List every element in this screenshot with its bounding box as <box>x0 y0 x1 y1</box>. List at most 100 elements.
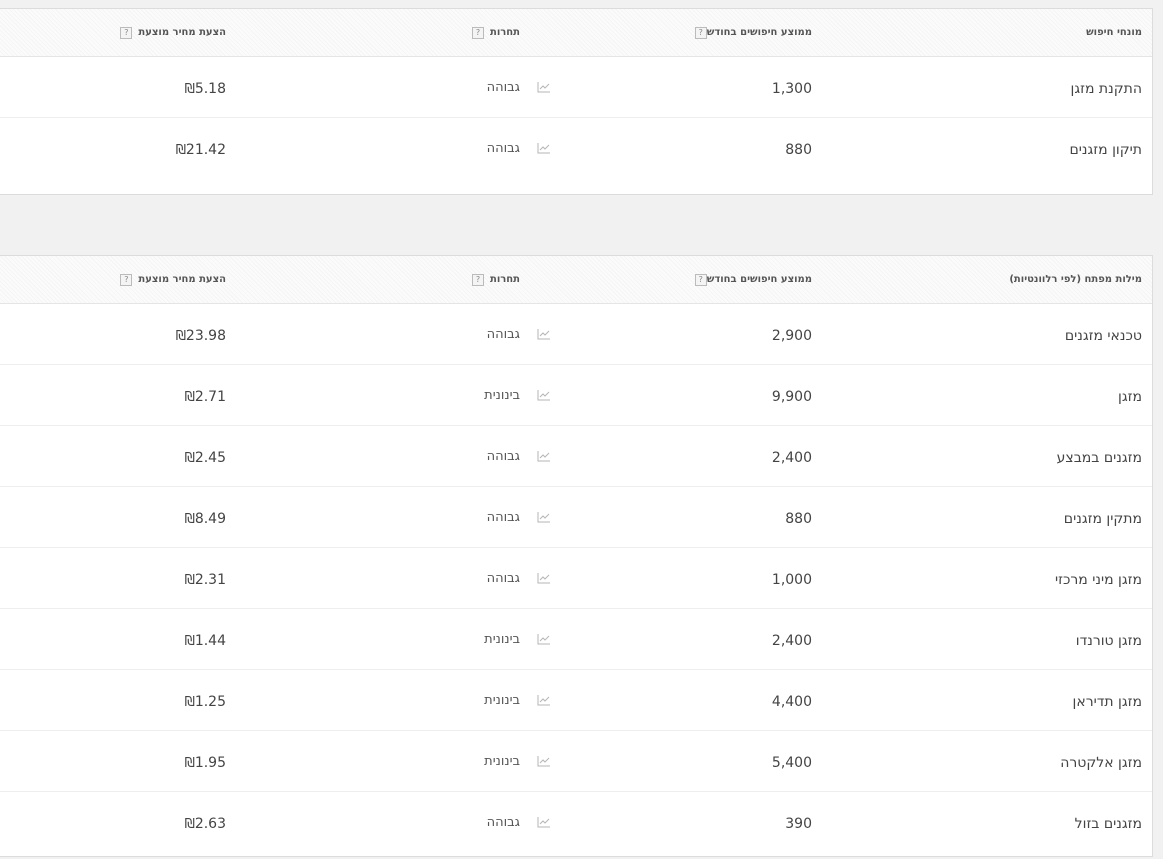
searches-cell: 9,900 <box>771 389 812 405</box>
table-body: טכנאי מזגנים 2,900 גבוהה 23.98 ₪ מזגן 9,9… <box>0 304 1152 852</box>
header-competition[interactable]: תחרות ? <box>472 256 520 303</box>
searches-cell: 390 <box>785 816 812 832</box>
competition-cell: גבוהה <box>487 487 520 547</box>
header-keyword[interactable]: מונחי חיפוש <box>1086 9 1142 56</box>
trend-chart-icon[interactable] <box>537 57 551 117</box>
currency-symbol: ₪ <box>184 694 195 710</box>
searches-cell: 2,400 <box>771 450 812 466</box>
header-competition-label: תחרות <box>490 27 520 38</box>
bid-cell: 2.45 ₪ <box>180 426 226 488</box>
trend-chart-icon[interactable] <box>537 304 551 364</box>
bid-value: 2.71 <box>194 389 226 405</box>
competition-label: גבוהה <box>486 814 520 830</box>
currency-symbol: ₪ <box>184 633 195 649</box>
header-competition-label: תחרות <box>490 274 520 285</box>
help-icon[interactable]: ? <box>472 273 484 286</box>
header-avg-searches[interactable]: ? ממוצע חיפושים בחודש <box>689 9 812 56</box>
bid-value: 23.98 <box>185 328 226 344</box>
searches-cell: 1,300 <box>771 81 812 97</box>
currency-symbol: ₪ <box>184 755 195 771</box>
currency-symbol: ₪ <box>184 81 195 97</box>
table-row[interactable]: מזגנים בזול 390 גבוהה 2.63 ₪ <box>0 792 1152 852</box>
keyword-cell[interactable]: מזגן <box>1118 365 1142 427</box>
competition-label: בינונית <box>484 631 520 647</box>
keyword-cell[interactable]: התקנת מזגן <box>1071 57 1142 119</box>
keyword-cell[interactable]: מזגן אלקטרה <box>1060 731 1142 793</box>
bid-cell: 23.98 ₪ <box>171 304 226 366</box>
competition-cell: גבוהה <box>487 304 520 364</box>
help-icon[interactable]: ? <box>694 273 707 286</box>
table-row[interactable]: מזגן מיני מרכזי 1,000 גבוהה 2.31 ₪ <box>0 548 1152 609</box>
trend-chart-icon[interactable] <box>537 609 551 669</box>
bid-value: 2.45 <box>194 450 226 466</box>
trend-chart-icon[interactable] <box>537 426 551 486</box>
keyword-cell[interactable]: מזגנים בזול <box>1075 792 1142 854</box>
header-competition[interactable]: תחרות ? <box>472 9 520 56</box>
trend-chart-icon[interactable] <box>537 365 551 425</box>
bid-value: 2.63 <box>194 816 226 832</box>
competition-label: בינונית <box>484 387 520 403</box>
competition-label: גבוהה <box>486 79 520 95</box>
help-icon[interactable]: ? <box>120 26 133 39</box>
competition-cell: גבוהה <box>487 792 520 852</box>
header-avg-searches[interactable]: ? ממוצע חיפושים בחודש <box>689 256 812 303</box>
help-icon[interactable]: ? <box>472 26 484 39</box>
keyword-cell[interactable]: מזגן מיני מרכזי <box>1055 548 1142 610</box>
help-icon[interactable]: ? <box>120 273 133 286</box>
bid-cell: 1.25 ₪ <box>180 670 226 732</box>
keyword-cell[interactable]: מזגנים במבצע <box>1057 426 1142 488</box>
trend-chart-icon[interactable] <box>537 548 551 608</box>
bid-value: 1.25 <box>194 694 226 710</box>
keyword-cell[interactable]: תיקון מזגנים <box>1070 118 1143 180</box>
currency-symbol: ₪ <box>184 389 195 405</box>
competition-label: בינונית <box>484 692 520 708</box>
competition-label: גבוהה <box>486 448 520 464</box>
table-row[interactable]: מזגן 9,900 בינונית 2.71 ₪ <box>0 365 1152 426</box>
bid-value: 2.31 <box>194 572 226 588</box>
header-keyword[interactable]: מילות מפתח (לפי רלוונטיות) <box>1009 256 1142 303</box>
competition-cell: גבוהה <box>487 426 520 486</box>
keyword-cell[interactable]: מתקין מזגנים <box>1064 487 1142 549</box>
trend-chart-icon[interactable] <box>537 731 551 791</box>
bid-cell: 1.95 ₪ <box>180 731 226 793</box>
table-body: התקנת מזגן 1,300 גבוהה 5.18 ₪ תיקון מזגני… <box>0 57 1152 178</box>
table-row[interactable]: מתקין מזגנים 880 גבוהה 8.49 ₪ <box>0 487 1152 548</box>
keyword-cell[interactable]: מזגן תדיראן <box>1073 670 1142 732</box>
trend-chart-icon[interactable] <box>537 670 551 730</box>
keyword-cell[interactable]: טכנאי מזגנים <box>1065 304 1142 366</box>
competition-label: גבוהה <box>486 326 520 342</box>
trend-chart-icon[interactable] <box>537 487 551 547</box>
competition-cell: גבוהה <box>487 548 520 608</box>
bid-value: 1.44 <box>194 633 226 649</box>
competition-cell: גבוהה <box>487 118 520 178</box>
table-header: מונחי חיפוש ? ממוצע חיפושים בחודש תחרות … <box>0 9 1152 57</box>
table-row[interactable]: התקנת מזגן 1,300 גבוהה 5.18 ₪ <box>0 57 1152 118</box>
bid-value: 1.95 <box>194 755 226 771</box>
competition-label: בינונית <box>484 753 520 769</box>
header-suggested-bid-label: הצעת מחיר מוצעת <box>138 274 226 285</box>
help-icon[interactable]: ? <box>694 26 707 39</box>
searches-cell: 2,900 <box>771 328 812 344</box>
bid-cell: 2.71 ₪ <box>180 365 226 427</box>
searches-cell: 880 <box>785 511 812 527</box>
trend-chart-icon[interactable] <box>537 118 551 178</box>
keyword-cell[interactable]: מזגן טורנדו <box>1076 609 1142 671</box>
bid-value: 8.49 <box>194 511 226 527</box>
header-suggested-bid[interactable]: הצעת מחיר מוצעת ? <box>120 9 226 56</box>
table-row[interactable]: תיקון מזגנים 880 גבוהה 21.42 ₪ <box>0 118 1152 178</box>
table-header: מילות מפתח (לפי רלוונטיות) ? ממוצע חיפוש… <box>0 256 1152 304</box>
header-suggested-bid[interactable]: הצעת מחיר מוצעת ? <box>120 256 226 303</box>
table-row[interactable]: מזגנים במבצע 2,400 גבוהה 2.45 ₪ <box>0 426 1152 487</box>
currency-symbol: ₪ <box>184 572 195 588</box>
competition-label: גבוהה <box>486 509 520 525</box>
bid-cell: 5.18 ₪ <box>180 57 226 119</box>
searches-cell: 5,400 <box>771 755 812 771</box>
competition-label: גבוהה <box>486 140 520 156</box>
competition-cell: בינונית <box>484 731 520 791</box>
competition-cell: בינונית <box>484 365 520 425</box>
table-row[interactable]: מזגן טורנדו 2,400 בינונית 1.44 ₪ <box>0 609 1152 670</box>
table-row[interactable]: מזגן אלקטרה 5,400 בינונית 1.95 ₪ <box>0 731 1152 792</box>
table-row[interactable]: טכנאי מזגנים 2,900 גבוהה 23.98 ₪ <box>0 304 1152 365</box>
table-row[interactable]: מזגן תדיראן 4,400 בינונית 1.25 ₪ <box>0 670 1152 731</box>
trend-chart-icon[interactable] <box>537 792 551 852</box>
